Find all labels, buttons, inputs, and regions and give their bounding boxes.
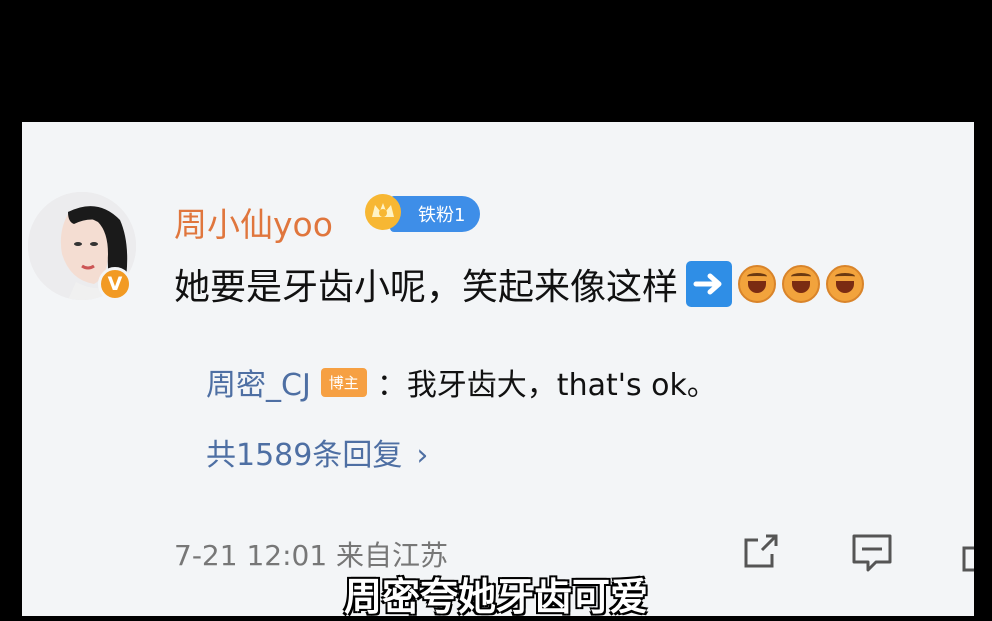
reply-count-label: 共1589条回复 <box>206 438 403 473</box>
reply-text: 我牙齿大，that's ok。 <box>406 368 717 403</box>
verified-badge: V <box>98 267 132 301</box>
laughing-face-icon <box>782 265 821 303</box>
chevron-right-icon: › <box>416 438 429 473</box>
comment-body: 她要是牙齿小呢，笑起来像这样 <box>174 267 679 308</box>
username[interactable]: 周小仙yoo <box>174 198 333 246</box>
reply-username[interactable]: 周密_CJ <box>206 360 311 404</box>
right-arrow-icon <box>686 261 733 307</box>
laughing-face-icon <box>738 265 777 303</box>
op-badge: 博主 <box>320 367 367 397</box>
laughing-face-icon <box>826 265 865 303</box>
crown-icon <box>365 194 401 230</box>
comment-card: V 周小仙yoo 铁粉1 她要是牙齿小呢，笑起来像这样 周密_CJ 博主 ： 我… <box>22 122 974 616</box>
reply-separator: ： <box>376 368 407 403</box>
comment-text: 她要是牙齿小呢，笑起来像这样 <box>174 258 865 310</box>
view-replies-link[interactable]: 共1589条回复 › <box>206 430 428 474</box>
fan-badge[interactable]: 铁粉1 <box>390 196 480 232</box>
reply-preview[interactable]: 周密_CJ 博主 ： 我牙齿大，that's ok。 <box>206 360 717 404</box>
video-subtitle: 周密夸她牙齿可爱 <box>343 575 648 619</box>
